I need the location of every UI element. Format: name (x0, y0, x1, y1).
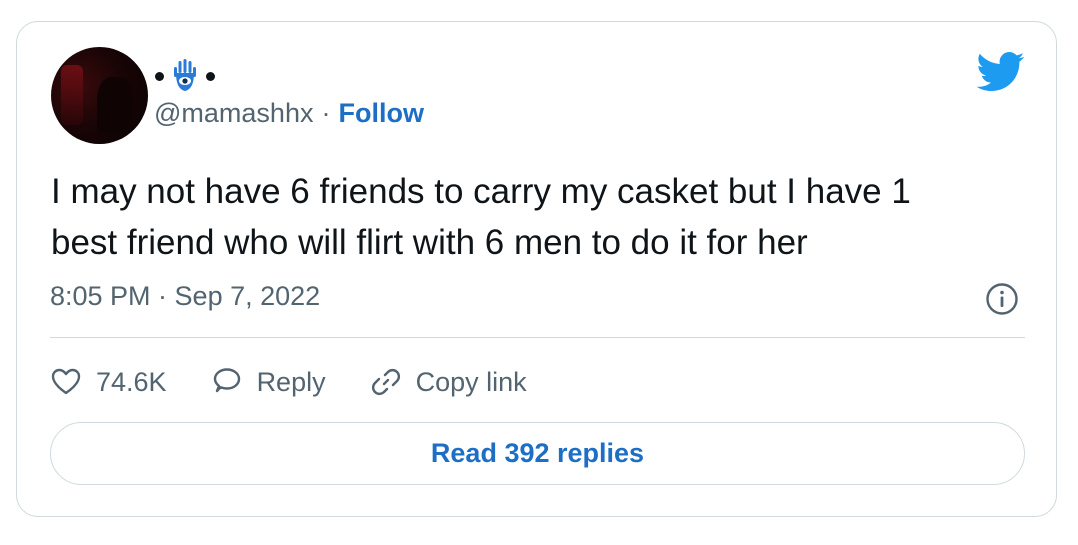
avatar[interactable] (51, 47, 148, 144)
tweet-text-line-2: best friend who will flirt with 6 men to… (51, 223, 808, 262)
read-replies-button[interactable]: Read 392 replies (50, 422, 1025, 485)
reply-bubble-icon (213, 368, 240, 393)
copy-link-button[interactable]: Copy link (370, 366, 527, 398)
info-icon[interactable] (985, 282, 1019, 316)
tweet-timestamp[interactable]: 8:05 PM · Sep 7, 2022 (50, 281, 320, 312)
link-icon (371, 368, 400, 396)
handle-row: @mamashhx · Follow (154, 98, 424, 129)
separator: · (321, 98, 331, 128)
dot-left (155, 71, 164, 81)
tweet-text: I may not have 6 friends to carry my cas… (51, 166, 1031, 268)
tweet-card: @mamashhx · Follow I may not have 6 frie… (16, 21, 1057, 517)
reply-label: Reply (256, 366, 326, 397)
action-bar: 74.6K Reply Copy link (50, 362, 571, 402)
hamsa-icon (174, 59, 196, 91)
twitter-bird-icon[interactable] (977, 52, 1025, 92)
reply-button[interactable]: Reply (211, 366, 326, 398)
divider (50, 337, 1025, 338)
heart-icon (51, 368, 81, 395)
like-button[interactable]: 74.6K (50, 366, 167, 398)
copy-link-label: Copy link (415, 366, 527, 397)
display-name[interactable] (155, 58, 215, 94)
follow-button[interactable]: Follow (338, 98, 423, 129)
tweet-text-line-1: I may not have 6 friends to carry my cas… (51, 172, 911, 211)
user-handle[interactable]: @mamashhx (154, 98, 313, 129)
dot-right (206, 71, 215, 81)
like-count: 74.6K (96, 366, 167, 397)
